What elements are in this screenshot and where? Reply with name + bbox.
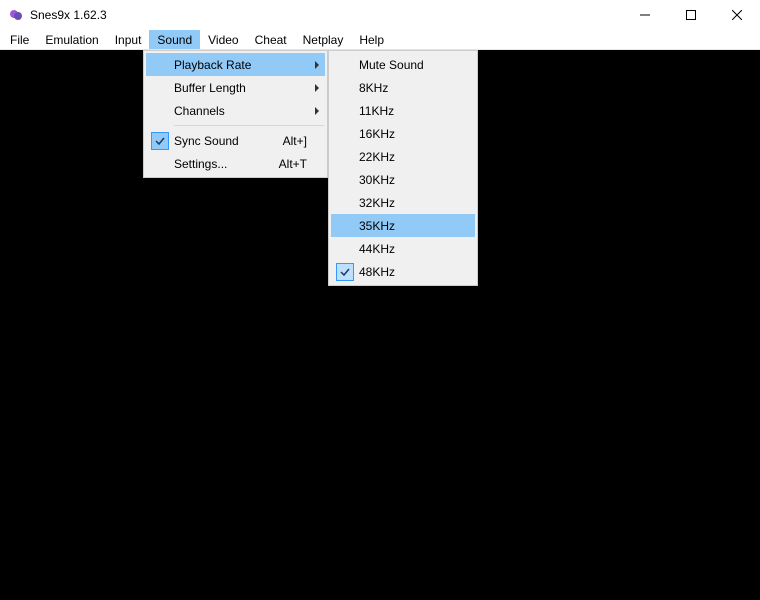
menu-label: 30KHz xyxy=(359,173,457,187)
menu-file[interactable]: File xyxy=(2,30,37,49)
chevron-right-icon xyxy=(315,61,319,69)
menu-label: Mute Sound xyxy=(359,58,457,72)
titlebar: Snes9x 1.62.3 xyxy=(0,0,760,30)
menu-rate-30khz[interactable]: 30KHz xyxy=(331,168,475,191)
menu-rate-44khz[interactable]: 44KHz xyxy=(331,237,475,260)
menu-label: Sync Sound xyxy=(174,134,273,148)
menu-label: Settings... xyxy=(174,157,269,171)
menu-label: 44KHz xyxy=(359,242,457,256)
menu-rate-32khz[interactable]: 32KHz xyxy=(331,191,475,214)
menu-separator xyxy=(174,125,324,126)
menubar: File Emulation Input Sound Video Cheat N… xyxy=(0,30,760,50)
menu-rate-35khz[interactable]: 35KHz xyxy=(331,214,475,237)
menu-rate-22khz[interactable]: 22KHz xyxy=(331,145,475,168)
menu-netplay[interactable]: Netplay xyxy=(295,30,352,49)
menu-label: 35KHz xyxy=(359,219,457,233)
menu-sound[interactable]: Sound xyxy=(149,30,200,49)
menu-label: 32KHz xyxy=(359,196,457,210)
menu-label: 48KHz xyxy=(359,265,457,279)
menu-input[interactable]: Input xyxy=(107,30,150,49)
menu-mute-sound[interactable]: Mute Sound xyxy=(331,53,475,76)
chevron-right-icon xyxy=(315,107,319,115)
close-button[interactable] xyxy=(714,0,760,30)
menu-sync-sound[interactable]: Sync Sound Alt+] xyxy=(146,129,325,152)
menu-cheat[interactable]: Cheat xyxy=(247,30,295,49)
menu-emulation[interactable]: Emulation xyxy=(37,30,106,49)
app-icon xyxy=(8,7,24,23)
menu-label: 16KHz xyxy=(359,127,457,141)
checkmark-icon xyxy=(151,132,169,150)
menu-label: 11KHz xyxy=(359,104,457,118)
menu-buffer-length[interactable]: Buffer Length xyxy=(146,76,325,99)
chevron-right-icon xyxy=(315,84,319,92)
menu-rate-16khz[interactable]: 16KHz xyxy=(331,122,475,145)
menu-video[interactable]: Video xyxy=(200,30,246,49)
menu-label: 8KHz xyxy=(359,81,457,95)
playback-rate-dropdown: Mute Sound 8KHz 11KHz 16KHz 22KHz 30KHz … xyxy=(328,50,478,286)
window-controls xyxy=(622,0,760,30)
menu-help[interactable]: Help xyxy=(351,30,392,49)
menu-shortcut: Alt+] xyxy=(283,134,307,148)
menu-rate-11khz[interactable]: 11KHz xyxy=(331,99,475,122)
maximize-button[interactable] xyxy=(668,0,714,30)
menu-channels[interactable]: Channels xyxy=(146,99,325,122)
window-title: Snes9x 1.62.3 xyxy=(30,8,107,22)
sound-dropdown: Playback Rate Buffer Length Channels Syn… xyxy=(143,50,328,178)
menu-shortcut: Alt+T xyxy=(279,157,307,171)
menu-label: Buffer Length xyxy=(174,81,307,95)
menu-settings[interactable]: Settings... Alt+T xyxy=(146,152,325,175)
checkmark-icon xyxy=(336,263,354,281)
menu-rate-48khz[interactable]: 48KHz xyxy=(331,260,475,283)
menu-playback-rate[interactable]: Playback Rate xyxy=(146,53,325,76)
menu-label: 22KHz xyxy=(359,150,457,164)
menu-rate-8khz[interactable]: 8KHz xyxy=(331,76,475,99)
menu-label: Channels xyxy=(174,104,307,118)
minimize-button[interactable] xyxy=(622,0,668,30)
menu-label: Playback Rate xyxy=(174,58,307,72)
